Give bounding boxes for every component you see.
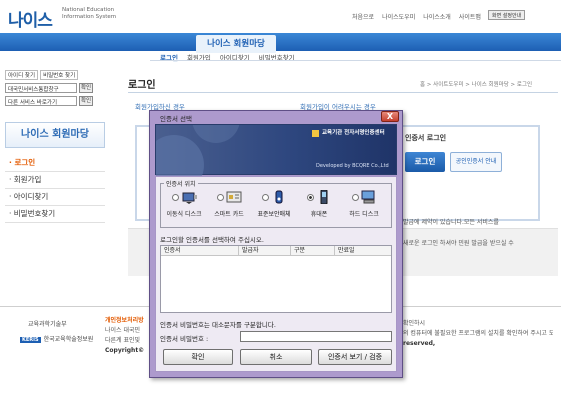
radio-security-token[interactable] [261, 193, 269, 201]
security-token-icon [275, 190, 282, 204]
service-confirm-2[interactable]: 확인 [79, 96, 93, 106]
cert-login-title: 인증서 로그인 [405, 134, 447, 142]
footer-logo-moe: 교육과학기술부 [28, 321, 67, 328]
keris-badge: KERIS [20, 337, 41, 343]
dialog-title: 인증서 선택 [160, 115, 192, 123]
mobile-phone-icon [320, 190, 327, 204]
password-input[interactable] [240, 331, 392, 342]
nav-site-policy[interactable]: 사이트운영방침 [381, 0, 439, 18]
radio-mobile-phone[interactable] [306, 193, 314, 201]
cert-login-button[interactable]: 로그인 [405, 152, 445, 172]
radio-removable-disk[interactable] [171, 193, 179, 201]
close-icon[interactable]: X [381, 111, 399, 122]
footer-right-text: 확인하시 의 컴퓨터에 불필요한 프로그램의 설치를 확인하여 주시고 도움말과… [403, 320, 553, 347]
cert-guide-button[interactable]: 공인인증서 안내 [450, 152, 502, 172]
screen-setting-button[interactable]: 화면 설정안내 [488, 10, 526, 20]
top-buttons: 화면 설정안내 [488, 10, 526, 20]
banner-logo-icon [312, 130, 319, 137]
subnav-divider [150, 60, 561, 61]
sidebar-item-find-pw[interactable]: · 비밀번호찾기 [5, 206, 105, 223]
page-title: 로그인 [128, 80, 156, 91]
nav-site-guide[interactable]: 사이트 이용안내 [118, 0, 179, 18]
col-expiry[interactable]: 만료일 [335, 246, 391, 255]
device-smart-card[interactable]: 스마트 카드 [208, 190, 250, 218]
main-nav [0, 33, 561, 51]
view-cert-button[interactable]: 인증서 보기 / 검증 [318, 349, 392, 365]
sidebar-title: 나이스 회원마당 [5, 122, 105, 148]
service-confirm-1[interactable]: 확인 [79, 83, 93, 93]
banner-title: 교육기관 전자서명인증센터 [322, 130, 385, 136]
footer-text: 개인정보처리방 나이스 대국민 다른계 표인및 Copyright© [105, 316, 145, 354]
device-mobile-phone[interactable]: 휴대폰 [298, 190, 340, 218]
hard-disk-icon [361, 190, 374, 204]
sidebar-menu: · 로그인 · 회원가입 · 아이디찾기 · 비밀번호찾기 [5, 155, 105, 223]
radio-hard-disk[interactable] [351, 193, 359, 201]
sidebar-item-login[interactable]: · 로그인 [5, 155, 105, 172]
device-security-token[interactable]: 표준보안매체 [253, 190, 295, 218]
device-removable-disk[interactable]: 이동식 디스크 [163, 190, 205, 218]
site-logo[interactable]: 나이스 [8, 6, 53, 31]
password-hint: 인증서 비밀번호는 대소문자를 구분합니다. [160, 321, 276, 329]
cert-table-header: 인증서 발급자 구분 만료일 [161, 246, 391, 256]
top-link-sitemap[interactable]: 사이트맵 [459, 12, 481, 21]
select-cert-message: 로그인할 인증서를 선택하여 주십시오. [160, 236, 264, 244]
radio-smart-card[interactable] [216, 193, 224, 201]
sidebar-tab-find-id[interactable]: 아이디 찾기 [5, 70, 39, 80]
footer-logo-keris: KERIS 한국교육학술정보원 [20, 336, 94, 343]
sidebar-item-find-id[interactable]: · 아이디찾기 [5, 189, 105, 206]
sidebar-tab-find-pw[interactable]: 비밀번호 찾기 [40, 70, 79, 80]
col-cert[interactable]: 인증서 [161, 246, 239, 255]
device-hard-disk[interactable]: 하드 디스크 [343, 190, 385, 218]
service-select-2[interactable]: 다른 서비스 바로가기 [5, 96, 77, 106]
banner-developer: Developed by BCQRE Co.,Ltd [316, 163, 389, 169]
top-link-home[interactable]: 처음으로 [352, 12, 374, 21]
sidebar-quick-box: 아이디 찾기 비밀번호 찾기 대국민서비스통합창구 확인 다른 서비스 바로가기… [5, 70, 105, 109]
usb-disk-icon [182, 192, 197, 204]
dialog-confirm-button[interactable]: 확인 [163, 349, 233, 365]
password-label: 인증서 비밀번호 : [160, 335, 209, 343]
notice-text: 발급에 제약이 있습니다.모든 서비스를 새로운 로그인 하셔야 민원 발급을 … [403, 219, 514, 247]
breadcrumb: 홈 > 사이트도우미 > 나이스 회원마당 > 로그인 [420, 82, 533, 88]
dialog-cancel-button[interactable]: 취소 [240, 349, 312, 365]
privacy-link[interactable]: 개인정보처리방 [105, 316, 144, 326]
smart-card-icon [226, 191, 241, 203]
nav-member-yard[interactable]: 나이스 회원마당 [196, 35, 276, 53]
title-divider [128, 92, 558, 93]
sidebar-item-join[interactable]: · 회원가입 [5, 172, 105, 189]
col-issuer[interactable]: 발급자 [239, 246, 291, 255]
col-type[interactable]: 구분 [291, 246, 335, 255]
nav-auth-guide[interactable]: 본인인증안내 [300, 0, 350, 18]
cert-location-label: 인증서 위치 [164, 179, 198, 188]
service-select-1[interactable]: 대국민서비스통합창구 [5, 83, 77, 93]
